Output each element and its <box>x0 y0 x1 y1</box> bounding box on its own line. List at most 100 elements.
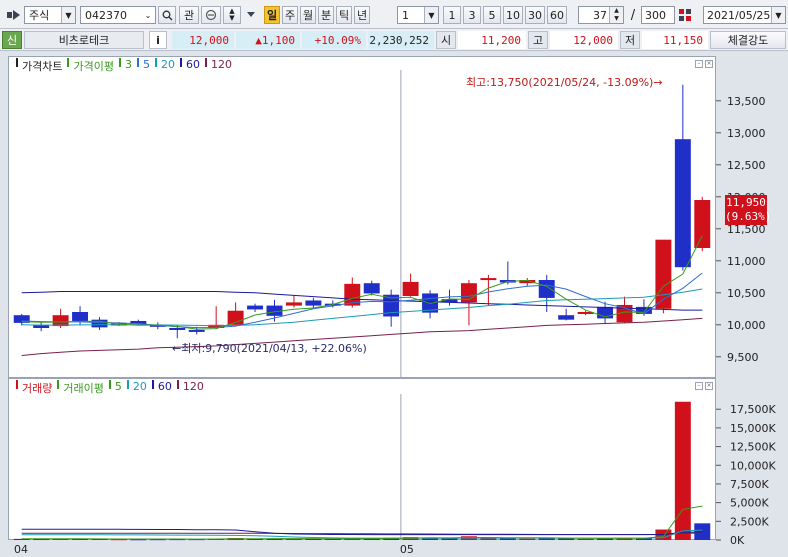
legend-marker <box>136 58 139 67</box>
close-icon[interactable]: × <box>705 60 713 68</box>
interval-select-value: 1 <box>402 8 409 22</box>
volume-axis-tick: 17,500K <box>730 403 776 416</box>
price-axis-tick: 13,500 <box>727 95 766 108</box>
current-price-tag-value: 11,950 <box>726 196 766 209</box>
legend-marker <box>154 58 157 67</box>
panel-controls: – × <box>695 382 713 390</box>
interval-button-3[interactable]: 3 <box>463 6 481 24</box>
legend-item-2[interactable]: 5 <box>115 380 122 396</box>
interval-button-60[interactable]: 60 <box>547 6 567 24</box>
stock-code-input[interactable]: 042370 ⌄ <box>80 6 156 24</box>
legend-item-5[interactable]: 120 <box>183 380 204 396</box>
legend-marker <box>16 58 18 67</box>
quote-bar: 신 비츠로테크 i 12,000 ▲1,100 +10.09% 2,230,25… <box>0 29 788 51</box>
open-price: 11,200 <box>458 31 526 49</box>
period-tab-0[interactable]: 일 <box>264 6 280 24</box>
legend-marker <box>176 380 179 389</box>
close-icon[interactable]: × <box>705 382 713 390</box>
legend-marker <box>204 58 207 67</box>
period-tab-4[interactable]: 틱 <box>336 6 352 24</box>
chart-window: 주식 ▼ 042370 ⌄ 관 ▲ ▼ 일주월분틱년 1 ▼ 1 3 5 10 30 60 … <box>0 0 788 557</box>
count-separator: / <box>630 7 636 23</box>
panel-toggle-icon[interactable] <box>6 6 22 24</box>
legend-item-5[interactable]: 60 <box>186 58 200 74</box>
date-select-value: 2021/05/25 <box>707 8 771 22</box>
x-axis-label: 05 <box>400 543 414 556</box>
code-stepper[interactable]: ▲ ▼ <box>223 6 241 24</box>
legend-item-6[interactable]: 120 <box>211 58 232 74</box>
minimize-icon[interactable]: – <box>695 382 703 390</box>
asset-type-value: 주식 <box>29 9 50 22</box>
legend-marker <box>151 380 154 389</box>
volume-axis-tick: 10,000K <box>730 459 776 472</box>
price-axis-tick: 12,500 <box>727 159 766 172</box>
more-options-icon[interactable] <box>244 6 258 24</box>
legend-marker <box>57 380 60 389</box>
search-button[interactable] <box>158 6 176 24</box>
view-count-input[interactable]: 37 ▲ ▼ <box>578 6 624 24</box>
interval-select[interactable]: 1 ▼ <box>397 6 439 24</box>
chevron-down-icon: ▼ <box>424 7 438 23</box>
period-tab-3[interactable]: 분 <box>318 6 334 24</box>
date-select[interactable]: 2021/05/25 ▼ <box>703 6 786 24</box>
legend-marker <box>118 58 121 67</box>
minimize-icon[interactable]: – <box>695 60 703 68</box>
current-price: 12,000 <box>172 31 234 49</box>
link-button[interactable] <box>201 6 221 24</box>
toolbar: 주식 ▼ 042370 ⌄ 관 ▲ ▼ 일주월분틱년 1 ▼ 1 3 5 10 30 60 … <box>0 0 788 29</box>
volume-chart-panel: 거래량 거래이평 5 20 60 120 – × <box>8 378 716 540</box>
legend-item-1[interactable]: 거래이평 <box>63 380 103 396</box>
volume-axis-tick: 15,000K <box>730 422 776 435</box>
total-count-input[interactable]: 300 <box>641 6 675 24</box>
legend-marker <box>67 58 70 67</box>
current-price-tag: 11,950 (9.63%) <box>725 195 772 225</box>
favorite-button[interactable]: 관 <box>179 6 199 24</box>
legend-item-3[interactable]: 5 <box>143 58 150 74</box>
period-tab-5[interactable]: 년 <box>354 6 370 24</box>
current-rate-tag-value: (9.63%) <box>725 210 772 223</box>
asset-type-select[interactable]: 주식 ▼ <box>24 6 76 24</box>
volume-axis-tick: 2,500K <box>730 515 769 528</box>
chevron-down-icon[interactable]: ▼ <box>229 15 234 22</box>
volume-chart-legend: 거래량 거래이평 5 20 60 120 <box>13 380 204 396</box>
legend-item-1[interactable]: 가격이평 <box>73 58 113 74</box>
trade-strength-button[interactable]: 체결강도 <box>710 31 786 49</box>
settings-grid-icon[interactable] <box>677 6 693 24</box>
price-chart-panel: 가격차트 가격이평 3 5 20 60 120 – × <box>8 56 716 378</box>
legend-item-4[interactable]: 20 <box>161 58 175 74</box>
link-icon <box>205 9 217 21</box>
trade-volume: 2,230,252 <box>368 31 434 49</box>
volume-axis-tick: 12,500K <box>730 441 776 454</box>
legend-item-0[interactable]: 거래량 <box>22 380 52 396</box>
low-price: 11,150 <box>642 31 708 49</box>
change-rate: +10.09% <box>302 31 366 49</box>
interval-button-10[interactable]: 10 <box>503 6 523 24</box>
chevron-down-icon: ▼ <box>771 7 785 23</box>
legend-item-2[interactable]: 3 <box>125 58 132 74</box>
price-axis-tick: 10,000 <box>727 319 766 332</box>
x-axis-label: 04 <box>14 543 28 556</box>
volume-axis-tick: 0K <box>730 534 745 547</box>
legend-marker <box>108 380 111 389</box>
panel-controls: – × <box>695 60 713 68</box>
legend-marker <box>179 58 182 67</box>
new-listing-badge: 신 <box>2 31 22 49</box>
interval-button-30[interactable]: 30 <box>525 6 545 24</box>
view-count-value: 37 <box>593 8 607 22</box>
open-label: 시 <box>436 31 456 49</box>
price-axis-tick: 11,000 <box>727 255 766 268</box>
search-icon <box>162 10 172 20</box>
legend-item-3[interactable]: 20 <box>133 380 147 396</box>
stock-code-value: 042370 <box>85 8 127 22</box>
legend-marker <box>126 380 129 389</box>
stock-name: 비츠로테크 <box>24 31 144 49</box>
legend-item-0[interactable]: 가격차트 <box>22 58 62 74</box>
legend-item-4[interactable]: 60 <box>158 380 172 396</box>
period-tab-1[interactable]: 주 <box>282 6 298 24</box>
interval-button-1[interactable]: 1 <box>443 6 461 24</box>
interval-button-5[interactable]: 5 <box>483 6 501 24</box>
view-count-stepper[interactable]: ▲ ▼ <box>609 7 623 23</box>
price-axis-tick: 13,000 <box>727 127 766 140</box>
period-tab-2[interactable]: 월 <box>300 6 316 24</box>
info-button[interactable]: i <box>149 31 167 49</box>
